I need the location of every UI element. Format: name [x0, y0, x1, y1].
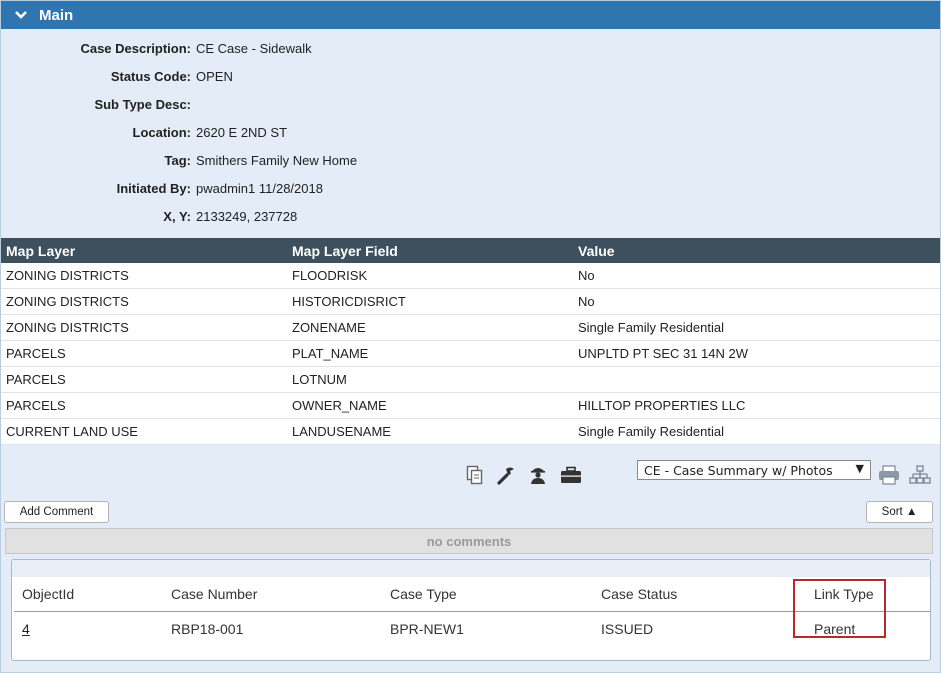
field-location: Location: 2620 E 2ND ST: [1, 118, 940, 146]
table-cell: 4: [14, 612, 163, 646]
field-value: OPEN: [196, 68, 233, 84]
table-cell: ISSUED: [601, 620, 654, 637]
column-header[interactable]: Map Layer: [1, 238, 287, 263]
column-header[interactable]: Map Layer Field: [287, 238, 573, 263]
table-cell: CURRENT LAND USE: [1, 418, 287, 445]
wrench-icon[interactable]: [495, 464, 517, 486]
map-layer-table: Map Layer Map Layer Field Value ZONING D…: [1, 238, 940, 445]
field-label: Status Code:: [110, 68, 191, 84]
field-tag: Tag: Smithers Family New Home: [1, 146, 940, 174]
table-cell: Single Family Residential: [573, 314, 940, 341]
table-cell: FLOODRISK: [287, 263, 573, 289]
column-header[interactable]: Case Number: [163, 577, 382, 612]
table-row: PARCELS PLAT_NAME UNPLTD PT SEC 31 14N 2…: [1, 340, 940, 367]
field-label: X, Y:: [163, 208, 191, 224]
table-cell: PLAT_NAME: [287, 340, 573, 367]
field-initiated-by: Initiated By: pwadmin1 11/28/2018: [1, 174, 940, 202]
copy-icon[interactable]: [464, 464, 486, 486]
linked-cases-topbar: [12, 560, 930, 577]
table-row: ZONING DISTRICTS FLOODRISK No: [1, 263, 940, 289]
table-cell: PARCELS: [1, 392, 287, 419]
field-value: CE Case - Sidewalk: [196, 40, 312, 56]
field-label: Case Description:: [80, 40, 191, 56]
table-cell: Parent: [814, 620, 856, 637]
panel-title: Main: [39, 6, 74, 24]
add-comment-button[interactable]: Add Comment: [4, 501, 109, 523]
field-label: Initiated By:: [116, 180, 191, 196]
table-row: PARCELS LOTNUM: [1, 366, 940, 393]
report-select[interactable]: CE - Case Summary w/ Photos ▼: [637, 460, 871, 480]
table-cell: LOTNUM: [287, 366, 573, 393]
field-xy: X, Y: 2133249, 237728: [1, 202, 940, 230]
print-icon[interactable]: [877, 463, 901, 487]
main-panel: Main Case Description: CE Case - Sidewal…: [0, 0, 941, 673]
table-cell: Single Family Residential: [573, 418, 940, 445]
sort-button[interactable]: Sort ▲: [866, 501, 933, 523]
no-comments-bar: no comments: [5, 528, 933, 554]
panel-header[interactable]: Main: [1, 1, 940, 29]
inspector-icon[interactable]: [527, 464, 549, 486]
field-case-description: Case Description: CE Case - Sidewalk: [1, 34, 940, 62]
table-row: ZONING DISTRICTS ZONENAME Single Family …: [1, 314, 940, 341]
table-cell: UNPLTD PT SEC 31 14N 2W: [573, 340, 940, 367]
field-value: 2620 E 2ND ST: [196, 124, 288, 140]
table-cell: ZONING DISTRICTS: [1, 263, 287, 289]
table-cell: RBP18-001: [171, 620, 244, 637]
field-status-code: Status Code: OPEN: [1, 62, 940, 90]
field-label: Tag:: [164, 152, 191, 168]
table-cell: PARCELS: [1, 340, 287, 367]
table-cell: HILLTOP PROPERTIES LLC: [573, 392, 940, 419]
table-cell: HISTORICDISRICT: [287, 288, 573, 315]
table-row: PARCELS OWNER_NAME HILLTOP PROPERTIES LL…: [1, 392, 940, 419]
table-cell: No: [573, 288, 940, 315]
briefcase-icon[interactable]: [560, 464, 582, 486]
chevron-down-icon[interactable]: [15, 10, 31, 20]
table-cell: LANDUSENAME: [287, 418, 573, 445]
field-value: Smithers Family New Home: [196, 152, 358, 168]
table-row[interactable]: 4 RBP18-001 BPR-NEW1 ISSUED Parent: [14, 612, 930, 646]
table-cell: ZONENAME: [287, 314, 573, 341]
table-row: ZONING DISTRICTS HISTORICDISRICT No: [1, 288, 940, 315]
report-toolbar: CE - Case Summary w/ Photos ▼: [1, 460, 940, 490]
field-label: Location:: [132, 124, 192, 140]
table-cell: No: [573, 263, 940, 289]
report-select-value: CE - Case Summary w/ Photos: [644, 462, 833, 478]
object-id-link[interactable]: 4: [22, 621, 30, 637]
column-header[interactable]: ObjectId: [14, 577, 163, 612]
table-cell: OWNER_NAME: [287, 392, 573, 419]
table-header-row: Map Layer Map Layer Field Value: [1, 238, 940, 263]
column-header[interactable]: Link Type: [806, 577, 930, 612]
table-cell: ZONING DISTRICTS: [1, 288, 287, 315]
linked-cases-panel: ObjectId Case Number Case Type Case Stat…: [11, 559, 931, 661]
linked-cases-table: ObjectId Case Number Case Type Case Stat…: [14, 577, 930, 645]
field-sub-type-desc: Sub Type Desc:: [1, 90, 940, 118]
table-cell: BPR-NEW1: [390, 620, 464, 637]
column-header[interactable]: Case Type: [382, 577, 593, 612]
dropdown-arrow-icon[interactable]: ▼: [856, 462, 864, 475]
no-comments-text: no comments: [426, 533, 512, 549]
case-fields: Case Description: CE Case - Sidewalk Sta…: [1, 29, 940, 230]
column-header[interactable]: Value: [573, 238, 940, 263]
hierarchy-icon[interactable]: [908, 463, 932, 487]
table-header-row: ObjectId Case Number Case Type Case Stat…: [14, 577, 930, 612]
column-header[interactable]: Case Status: [593, 577, 806, 612]
table-cell: ZONING DISTRICTS: [1, 314, 287, 341]
table-cell: [573, 366, 940, 393]
table-row: CURRENT LAND USE LANDUSENAME Single Fami…: [1, 418, 940, 445]
field-label: Sub Type Desc:: [94, 96, 191, 112]
field-value: pwadmin1 11/28/2018: [196, 180, 323, 196]
field-value: 2133249, 237728: [196, 208, 298, 224]
table-cell: PARCELS: [1, 366, 287, 393]
